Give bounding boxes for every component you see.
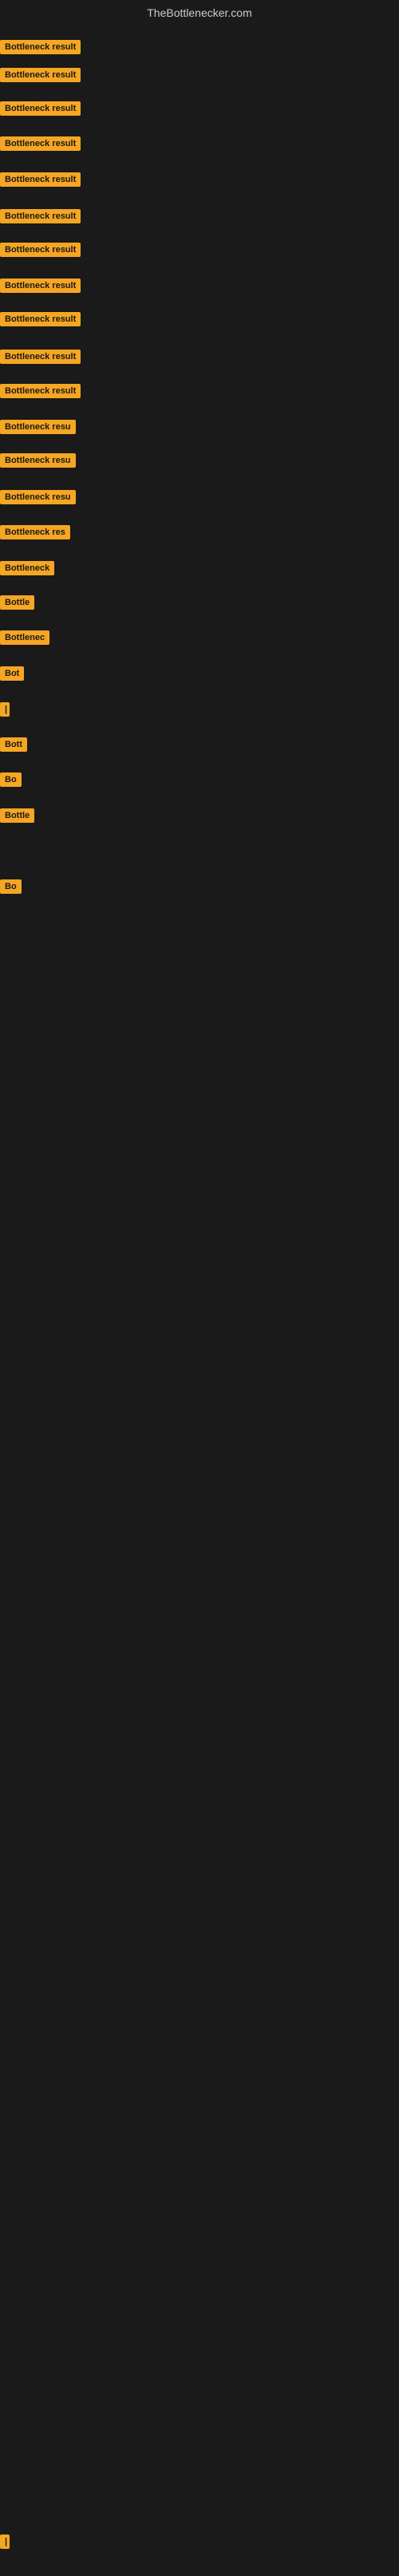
bottleneck-result-badge: Bottle <box>0 808 34 823</box>
bottleneck-result-badge: Bottleneck result <box>0 279 81 293</box>
bottleneck-result-badge: Bo <box>0 772 22 787</box>
bottleneck-result-badge: Bottleneck result <box>0 243 81 257</box>
bottleneck-result-badge: Bottleneck result <box>0 312 81 326</box>
bottleneck-result-badge: Bottleneck result <box>0 350 81 364</box>
bottleneck-result-badge: Bottleneck result <box>0 172 81 187</box>
bottleneck-result-badge: Bo <box>0 879 22 894</box>
bottleneck-result-badge: Bottleneck result <box>0 101 81 116</box>
bottleneck-result-badge: | <box>0 702 10 717</box>
bottleneck-result-badge: Bot <box>0 666 24 681</box>
bottleneck-result-badge: | <box>0 2535 10 2549</box>
bottleneck-result-badge: Bottleneck resu <box>0 453 76 468</box>
bottleneck-result-badge: Bottleneck resu <box>0 420 76 434</box>
bottleneck-result-badge: Bottleneck <box>0 561 54 575</box>
bottleneck-result-badge: Bottleneck result <box>0 68 81 82</box>
bottleneck-result-badge: Bottleneck result <box>0 40 81 54</box>
bottleneck-result-badge: Bottleneck result <box>0 384 81 398</box>
site-title: TheBottlenecker.com <box>0 0 399 22</box>
bottleneck-result-badge: Bott <box>0 737 27 752</box>
bottleneck-result-badge: Bottleneck result <box>0 209 81 223</box>
bottleneck-result-badge: Bottleneck res <box>0 525 70 539</box>
bottleneck-result-badge: Bottleneck resu <box>0 490 76 504</box>
bottleneck-result-badge: Bottleneck result <box>0 136 81 151</box>
bottleneck-result-badge: Bottle <box>0 595 34 610</box>
bottleneck-result-badge: Bottlenec <box>0 630 49 645</box>
